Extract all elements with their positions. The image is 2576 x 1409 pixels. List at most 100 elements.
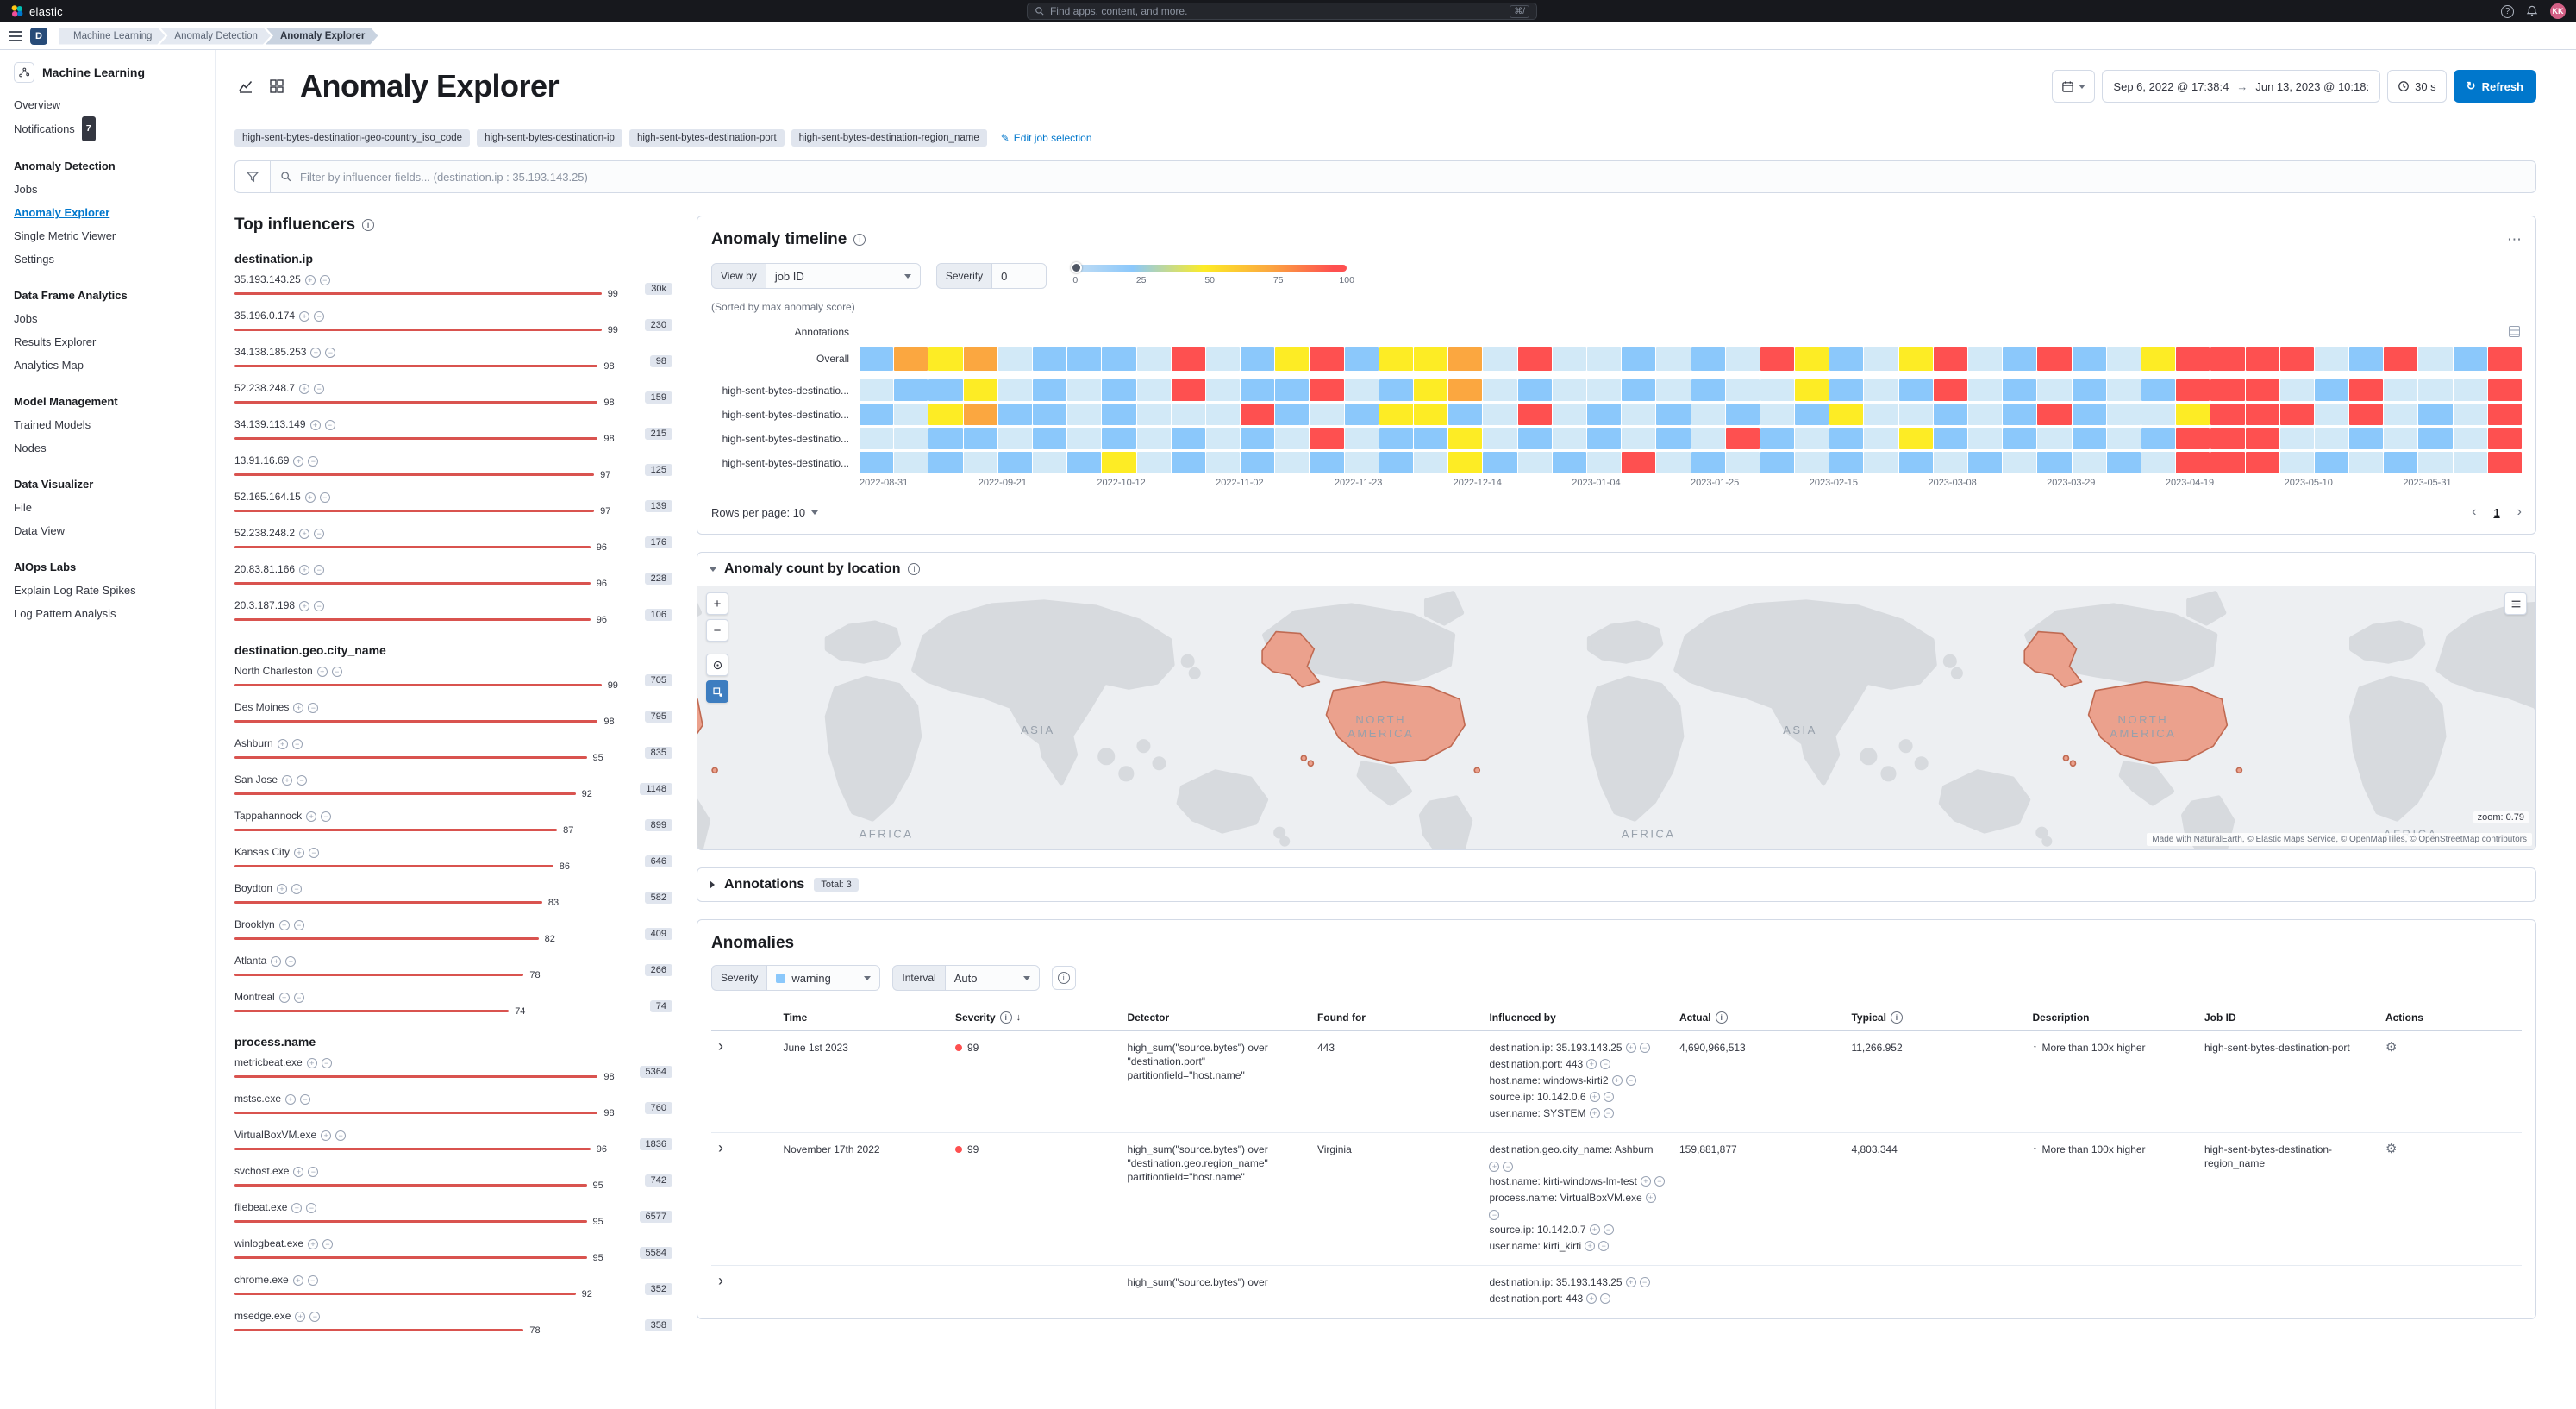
influencer-name[interactable]: chrome.exe (234, 1273, 289, 1287)
swimlane-cell[interactable] (1206, 452, 1240, 473)
swimlane-cell[interactable] (1553, 347, 1586, 371)
influencer-name[interactable]: 20.3.187.198 (234, 598, 295, 613)
swimlane-cell[interactable] (2107, 404, 2141, 425)
swimlane-cell[interactable] (1587, 347, 1621, 371)
swimlane-cell[interactable] (1864, 452, 1898, 473)
remove-filter-icon[interactable]: − (314, 601, 324, 611)
swimlane-cell[interactable] (1483, 347, 1516, 371)
info-icon[interactable]: i (1716, 1011, 1728, 1024)
annotation-marker-icon[interactable] (2509, 326, 2520, 337)
swimlane-cell[interactable] (2349, 347, 2383, 371)
swimlane-cell[interactable] (1345, 347, 1379, 371)
swimlane-cell[interactable] (928, 347, 962, 371)
swimlane-cell[interactable] (2176, 379, 2210, 401)
swimlane-cell[interactable] (1587, 452, 1621, 473)
swimlane-cell[interactable] (2315, 379, 2348, 401)
swimlane-cell[interactable] (894, 379, 928, 401)
swimlane-cell[interactable] (1102, 452, 1135, 473)
swimlane-cell[interactable] (2073, 347, 2106, 371)
swimlane-cell[interactable] (1241, 452, 1274, 473)
remove-filter-icon[interactable]: − (1598, 1241, 1609, 1251)
swimlane-cell[interactable] (2349, 452, 2383, 473)
swimlane-cell[interactable] (928, 452, 962, 473)
remove-filter-icon[interactable]: − (321, 811, 331, 822)
swimlane-cell[interactable] (1691, 452, 1725, 473)
swimlane-cell[interactable] (1899, 379, 1933, 401)
swimlane-cell[interactable] (1726, 452, 1760, 473)
swimlane-cell[interactable] (1691, 404, 1725, 425)
swimlane-cell[interactable] (2488, 452, 2522, 473)
column-header-actions[interactable]: Actions (2379, 1005, 2522, 1031)
sidebar-item-settings[interactable]: Settings (14, 247, 201, 271)
swimlane-cell[interactable] (1553, 452, 1586, 473)
swimlane-cell[interactable] (2141, 404, 2175, 425)
swimlane-cell[interactable] (2280, 379, 2314, 401)
date-range-start[interactable]: Sep 6, 2022 @ 17:38:4 (2113, 80, 2229, 93)
swimlane-cell[interactable] (2107, 428, 2141, 449)
help-icon[interactable]: ? (2501, 5, 2514, 18)
add-filter-icon[interactable]: + (271, 956, 281, 967)
swimlane-cell[interactable] (2246, 404, 2279, 425)
column-header-detector[interactable]: Detector (1120, 1005, 1310, 1031)
swimlane-cell[interactable] (1310, 428, 1343, 449)
remove-filter-icon[interactable]: − (320, 492, 330, 503)
influencer-name[interactable]: VirtualBoxVM.exe (234, 1128, 316, 1143)
remove-filter-icon[interactable]: − (297, 775, 307, 786)
add-filter-icon[interactable]: + (1641, 1176, 1651, 1187)
refresh-button[interactable]: ↻ Refresh (2454, 70, 2536, 103)
add-filter-icon[interactable]: + (293, 1275, 303, 1286)
swimlane-cell[interactable] (1829, 379, 1863, 401)
swimlane-cell[interactable] (1414, 404, 1447, 425)
influencer-filter-input[interactable] (300, 171, 2526, 184)
swimlane-cell[interactable] (1518, 452, 1552, 473)
global-search-input[interactable] (1050, 5, 1504, 17)
column-header-description[interactable]: Description (2025, 1005, 2198, 1031)
info-icon[interactable]: i (1000, 1011, 1012, 1024)
remove-filter-icon[interactable]: − (308, 456, 318, 467)
swimlane-cell[interactable] (1275, 347, 1309, 371)
swimlane-cell[interactable] (2003, 452, 2036, 473)
remove-filter-icon[interactable]: − (314, 384, 324, 394)
remove-filter-icon[interactable]: − (320, 275, 330, 285)
add-filter-icon[interactable]: + (1590, 1092, 1600, 1102)
swimlane-cell[interactable] (1726, 347, 1760, 371)
swimlane-cell[interactable] (1483, 379, 1516, 401)
swimlane-cell[interactable] (964, 379, 997, 401)
expand-chevron-icon[interactable] (710, 880, 715, 889)
remove-filter-icon[interactable]: − (294, 993, 304, 1003)
next-page-button[interactable]: › (2517, 504, 2522, 520)
swimlane-cell[interactable] (1206, 404, 1240, 425)
influencer-name[interactable]: San Jose (234, 773, 278, 787)
add-filter-icon[interactable]: + (1590, 1108, 1600, 1118)
remove-filter-icon[interactable]: − (308, 1167, 318, 1177)
swimlane-cell[interactable] (2210, 379, 2244, 401)
swimlane-cell[interactable] (2073, 452, 2106, 473)
influencer-name[interactable]: Atlanta (234, 954, 266, 968)
swimlane-cell[interactable] (1206, 428, 1240, 449)
swimlane-cell[interactable] (2246, 452, 2279, 473)
swimlane-cell[interactable] (2349, 379, 2383, 401)
swimlane-cell[interactable] (1829, 347, 1863, 371)
swimlane-cell[interactable] (2488, 404, 2522, 425)
add-filter-icon[interactable]: + (1586, 1059, 1597, 1069)
remove-filter-icon[interactable]: − (1604, 1224, 1614, 1235)
swimlane-cell[interactable] (2454, 428, 2487, 449)
swimlane-cell[interactable] (2315, 404, 2348, 425)
swimlane-cell[interactable] (2246, 428, 2279, 449)
swimlane-cell[interactable] (1102, 404, 1135, 425)
remove-filter-icon[interactable]: − (335, 1130, 346, 1141)
add-filter-icon[interactable]: + (1585, 1241, 1595, 1251)
swimlane-cell[interactable] (998, 404, 1032, 425)
add-filter-icon[interactable]: + (299, 384, 309, 394)
swimlane-cell[interactable] (1033, 452, 1066, 473)
expand-row-icon[interactable]: › (718, 1272, 723, 1289)
charts-view-toggle[interactable] (234, 75, 257, 97)
annotations-panel[interactable]: Annotations Total: 3 (697, 867, 2536, 902)
swimlane-cell[interactable] (2037, 452, 2071, 473)
column-header-time[interactable]: Time (776, 1005, 948, 1031)
add-filter-icon[interactable]: + (1489, 1162, 1499, 1172)
add-filter-icon[interactable]: + (1612, 1075, 1623, 1086)
add-filter-icon[interactable]: + (321, 1130, 331, 1141)
info-icon[interactable]: i (1891, 1011, 1903, 1024)
swimlane-cell[interactable] (1691, 347, 1725, 371)
